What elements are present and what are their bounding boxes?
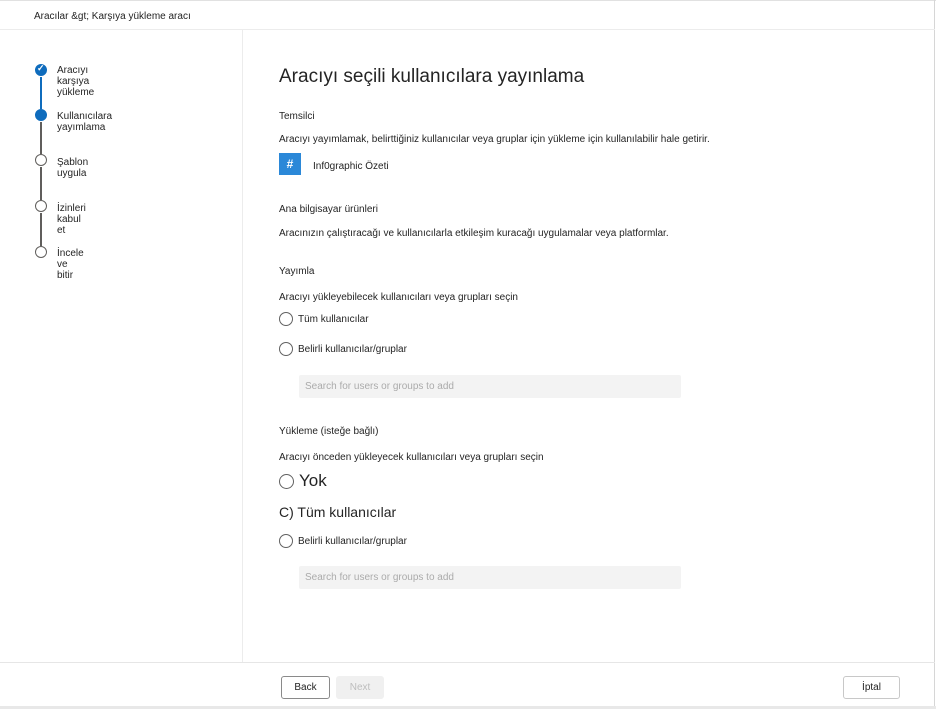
- publish-option-specific[interactable]: Belirli kullanıcılar/gruplar: [279, 342, 407, 356]
- host-description: Aracınızın çalıştıracağı ve kullanıcılar…: [279, 228, 669, 239]
- install-option-specific[interactable]: Belirli kullanıcılar/gruplar: [279, 534, 407, 548]
- step-label-review[interactable]: İncele ve bitir: [57, 248, 84, 281]
- step-current-icon: [35, 109, 47, 121]
- install-option-specific-label: Belirli kullanıcılar/gruplar: [298, 535, 407, 547]
- agent-name: Inf0graphic Özeti: [313, 161, 389, 172]
- step-pending-icon: [35, 154, 47, 166]
- step-label-publish[interactable]: Kullanıcılara yayımlama: [57, 111, 112, 133]
- install-heading: Yükleme (isteğe bağlı): [279, 426, 379, 437]
- next-button[interactable]: Next: [336, 676, 384, 699]
- agent-description: Aracıyı yayımlamak, belirttiğiniz kullan…: [279, 134, 710, 145]
- step-connector: [40, 167, 42, 200]
- step-pending-icon: [35, 200, 47, 212]
- host-heading: Ana bilgisayar ürünleri: [279, 204, 378, 215]
- step-connector: [40, 77, 42, 109]
- breadcrumb[interactable]: Aracılar &gt; Karşıya yükleme aracı: [34, 11, 191, 22]
- radio-icon[interactable]: [279, 534, 293, 548]
- step-label-template[interactable]: Şablon uygula: [57, 157, 88, 179]
- window-top-border: [0, 0, 936, 1]
- install-option-none[interactable]: Yok: [279, 471, 327, 491]
- agent-hash-icon: #: [279, 153, 301, 175]
- publish-description: Aracıyı yükleyebilecek kullanıcıları vey…: [279, 292, 518, 303]
- step-connector: [40, 122, 42, 154]
- publish-option-all[interactable]: Tüm kullanıcılar: [279, 312, 369, 326]
- radio-icon[interactable]: [279, 473, 294, 489]
- install-option-none-label: Yok: [299, 471, 327, 490]
- radio-icon[interactable]: [279, 312, 293, 326]
- step-pending-icon: [35, 246, 47, 258]
- window-right-border: [934, 0, 935, 709]
- publish-option-all-label: Tüm kullanıcılar: [298, 313, 369, 325]
- step-label-upload[interactable]: Aracıyı karşıya yükleme: [57, 65, 94, 98]
- radio-icon[interactable]: [279, 342, 293, 356]
- step-label-permissions[interactable]: İzinleri kabul et: [57, 203, 86, 236]
- install-description: Aracıyı önceden yükleyecek kullanıcıları…: [279, 452, 544, 463]
- footer-divider: [0, 662, 935, 663]
- checkmark-icon: ✓: [37, 63, 45, 73]
- install-option-all-label[interactable]: C) Tüm kullanıcılar: [279, 504, 396, 520]
- publish-option-specific-label: Belirli kullanıcılar/gruplar: [298, 343, 407, 355]
- step-connector: [40, 213, 42, 246]
- sidebar-divider: [242, 30, 243, 662]
- header-divider: [0, 29, 935, 30]
- page-title: Aracıyı seçili kullanıcılara yayınlama: [279, 66, 585, 87]
- cancel-button[interactable]: İptal: [843, 676, 900, 699]
- agent-heading: Temsilci: [279, 111, 315, 122]
- step-done-icon: ✓: [35, 63, 47, 76]
- back-button[interactable]: Back: [281, 676, 330, 699]
- install-search-input[interactable]: [299, 566, 681, 589]
- publish-search-input[interactable]: [299, 375, 681, 398]
- publish-heading: Yayımla: [279, 266, 315, 277]
